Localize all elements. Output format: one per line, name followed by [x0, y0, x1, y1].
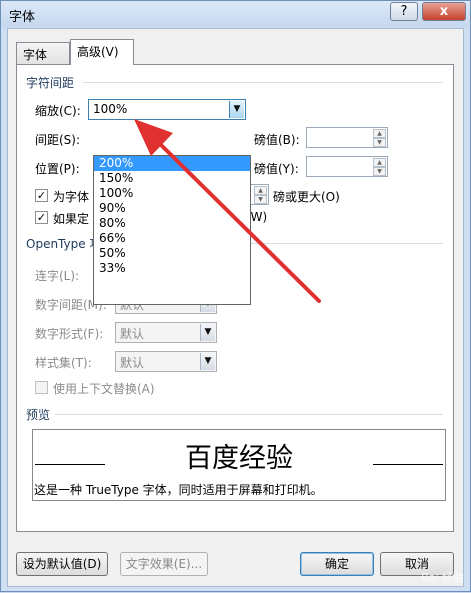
kerning-tail: 磅或更大(O) — [273, 190, 340, 204]
window-title: 字体 — [9, 10, 36, 25]
chevron-down-icon[interactable]: ▼ — [200, 353, 215, 370]
number-forms-label: 数字形式(F): — [35, 327, 104, 341]
set-default-button[interactable]: 设为默认值(D) — [16, 552, 108, 576]
spacing-by-label: 磅值(B): — [254, 133, 300, 147]
close-button[interactable]: x — [422, 2, 466, 21]
position-by-label: 磅值(Y): — [254, 162, 299, 176]
snap-grid-label: 如果定 — [53, 212, 90, 226]
help-button[interactable]: ? — [390, 2, 418, 21]
spin-down-icon[interactable]: ▼ — [373, 138, 386, 147]
scale-dropdown-list[interactable]: 200% 150% 100% 90% 80% 66% 50% 33% — [93, 155, 251, 305]
group-char-spacing: 字符间距 — [26, 76, 75, 90]
scale-value: 100% — [93, 102, 128, 116]
tab-advanced[interactable]: 高级(V) — [70, 39, 134, 65]
kerning-checkbox[interactable]: ✓ — [35, 189, 48, 202]
scale-option[interactable]: 150% — [94, 171, 250, 186]
preview-sample: 百度经验 — [185, 443, 293, 474]
font-dialog: 字体 ? x 字体(N) 高级(V) 字符间距 缩放(C): 100% ▼ 间距… — [0, 0, 471, 592]
divider — [83, 82, 443, 83]
contextual-alternates-label: 使用上下文替换(A) — [53, 382, 155, 396]
position-by-input[interactable]: ▲ ▼ — [306, 156, 388, 177]
style-sets-value: 默认 — [120, 356, 145, 370]
scale-option[interactable]: 33% — [94, 261, 250, 276]
spin-down-icon[interactable]: ▼ — [254, 195, 267, 204]
snap-grid-checkbox[interactable]: ✓ — [35, 211, 48, 224]
chevron-down-icon[interactable]: ▼ — [229, 101, 244, 118]
watermark: Bai 经验 — [421, 571, 464, 584]
style-sets-label: 样式集(T): — [35, 356, 92, 370]
scale-option[interactable]: 50% — [94, 246, 250, 261]
tab-font[interactable]: 字体(N) — [16, 42, 70, 77]
spin-down-icon[interactable]: ▼ — [373, 167, 386, 176]
spin-up-icon[interactable]: ▲ — [254, 186, 267, 195]
scale-combo[interactable]: 100% ▼ — [88, 99, 246, 120]
scale-option[interactable]: 66% — [94, 231, 250, 246]
contextual-alternates-checkbox[interactable] — [35, 381, 48, 394]
text-effects-button[interactable]: 文字效果(E)... — [120, 552, 208, 576]
style-sets-combo[interactable]: 默认 ▼ — [115, 351, 217, 372]
scale-label: 缩放(C): — [35, 104, 81, 118]
scale-option[interactable]: 100% — [94, 186, 250, 201]
spacing-by-input[interactable]: ▲ ▼ — [306, 127, 388, 148]
divider — [55, 414, 443, 415]
dialog-content: 字体(N) 高级(V) 字符间距 缩放(C): 100% ▼ 间距(S): 磅值… — [7, 28, 464, 587]
spacing-label: 间距(S): — [35, 133, 81, 147]
position-label: 位置(P): — [35, 162, 80, 176]
ok-button[interactable]: 确定 — [300, 552, 374, 576]
spin-up-icon[interactable]: ▲ — [373, 158, 386, 167]
scale-option[interactable]: 200% — [94, 156, 250, 171]
number-forms-combo[interactable]: 默认 ▼ — [115, 322, 217, 343]
group-preview: 预览 — [26, 408, 51, 422]
scale-option[interactable]: 90% — [94, 201, 250, 216]
ligatures-label: 连字(L): — [35, 269, 80, 283]
chevron-down-icon[interactable]: ▼ — [200, 324, 215, 341]
scale-option[interactable]: 80% — [94, 216, 250, 231]
kerning-label: 为字体 — [53, 190, 90, 204]
number-forms-value: 默认 — [120, 327, 145, 341]
title-bar: 字体 ? x — [1, 1, 470, 27]
preview-note: 这是一种 TrueType 字体，同时适用于屏幕和打印机。 — [34, 483, 323, 497]
spin-up-icon[interactable]: ▲ — [373, 129, 386, 138]
